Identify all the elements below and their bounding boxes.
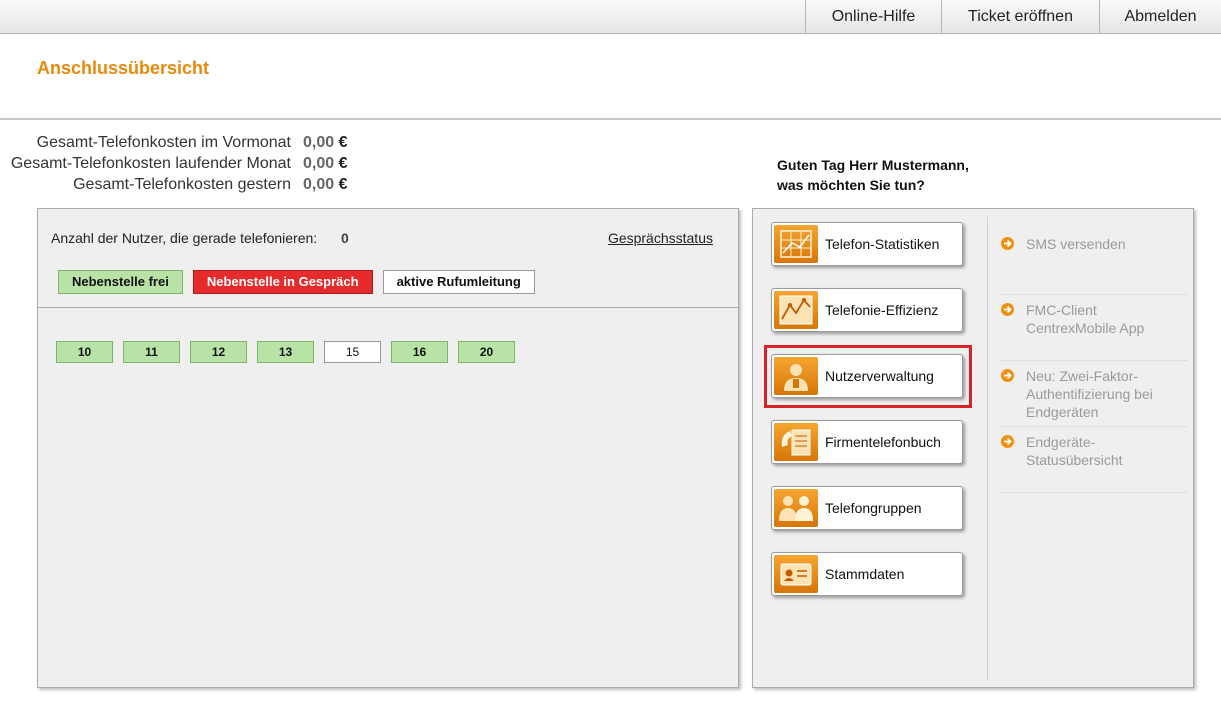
link-text: Neu: Zwei-Faktor-Authentifizierung bei E…: [1026, 368, 1153, 420]
fmc-client-link[interactable]: FMC-Client CentrexMobile App: [1001, 301, 1187, 361]
currency-symbol: €: [338, 176, 348, 193]
extension-11[interactable]: 11: [123, 341, 180, 363]
greeting-line-2: was möchten Sie tun?: [777, 177, 925, 193]
greeting-line-1: Guten Tag Herr Mustermann,: [777, 157, 969, 173]
phonebook-icon: [774, 423, 818, 461]
statistics-grid-icon: [774, 225, 818, 263]
active-users-count: 0: [341, 230, 349, 246]
extension-13[interactable]: 13: [257, 341, 314, 363]
device-status-link[interactable]: Endgeräte-Statusübersicht: [1001, 433, 1187, 493]
online-help-link[interactable]: Online-Hilfe: [805, 0, 941, 34]
action-label: Stammdaten: [825, 566, 905, 582]
extension-16[interactable]: 16: [391, 341, 448, 363]
page-title: Anschlussübersicht: [37, 58, 210, 78]
panel-divider: [38, 307, 738, 308]
stammdaten-button[interactable]: Stammdaten: [771, 552, 963, 596]
action-label: Telefon-Statistiken: [825, 236, 940, 252]
open-ticket-link[interactable]: Ticket eröffnen: [941, 0, 1099, 34]
top-bar: Online-Hilfe Ticket eröffnen Abmelden: [0, 0, 1221, 34]
actions-divider: [987, 217, 988, 681]
active-users-label: Anzahl der Nutzer, die gerade telefonier…: [51, 230, 318, 246]
firmentelefonbuch-button[interactable]: Firmentelefonbuch: [771, 420, 963, 464]
action-label: Telefonie-Effizienz: [825, 302, 939, 318]
link-text: Endgeräte-Statusübersicht: [1026, 434, 1123, 468]
logout-link[interactable]: Abmelden: [1099, 0, 1221, 34]
header-divider: [0, 118, 1221, 120]
status-legend: Nebenstelle frei Nebenstelle in Gespräch…: [58, 270, 535, 294]
call-status-link[interactable]: Gesprächsstatus: [608, 230, 713, 246]
extension-20[interactable]: 20: [458, 341, 515, 363]
legend-call-forwarding: aktive Rufumleitung: [382, 270, 535, 294]
actions-panel: Telefon-Statistiken Telefonie-Effizienz …: [752, 208, 1194, 688]
extension-status-panel: Anzahl der Nutzer, die gerade telefonier…: [37, 208, 739, 688]
telefongruppen-button[interactable]: Telefongruppen: [771, 486, 963, 530]
phone-group-icon: [774, 489, 818, 527]
cost-row-yesterday: Gesamt-Telefonkosten gestern: [0, 176, 291, 194]
extension-10[interactable]: 10: [56, 341, 113, 363]
cost-value-previous-month: 0,00 €: [303, 134, 363, 152]
cost-label: Gesamt-Telefonkosten laufender Monat: [10, 155, 291, 172]
telefonie-effizienz-button[interactable]: Telefonie-Effizienz: [771, 288, 963, 332]
greeting: Guten Tag Herr Mustermann, was möchten S…: [777, 155, 969, 195]
arrow-circle-icon: [1001, 303, 1014, 316]
action-label: Telefongruppen: [825, 500, 922, 516]
cost-label: Gesamt-Telefonkosten gestern: [73, 176, 291, 193]
link-text: SMS versenden: [1026, 236, 1126, 252]
cost-amount: 0,00: [303, 155, 335, 172]
arrow-circle-icon: [1001, 369, 1014, 382]
extension-list: 10 11 12 13 15 16 20: [56, 341, 515, 363]
sms-send-link[interactable]: SMS versenden: [1001, 235, 1187, 295]
extension-15[interactable]: 15: [324, 341, 381, 363]
legend-extension-free: Nebenstelle frei: [58, 270, 183, 294]
cost-row-previous-month: Gesamt-Telefonkosten im Vormonat: [0, 134, 291, 152]
legend-extension-busy: Nebenstelle in Gespräch: [192, 270, 373, 294]
top-navigation: Online-Hilfe Ticket eröffnen Abmelden: [805, 0, 1221, 34]
id-card-icon: [774, 555, 818, 593]
arrow-circle-icon: [1001, 435, 1014, 448]
currency-symbol: €: [338, 134, 348, 151]
cost-amount: 0,00: [303, 134, 335, 151]
extension-12[interactable]: 12: [190, 341, 247, 363]
two-factor-auth-link[interactable]: Neu: Zwei-Faktor-Authentifizierung bei E…: [1001, 367, 1187, 427]
cost-value-yesterday: 0,00 €: [303, 176, 363, 194]
efficiency-chart-icon: [774, 291, 818, 329]
cost-row-current-month: Gesamt-Telefonkosten laufender Monat: [0, 155, 291, 173]
cost-value-current-month: 0,00 €: [303, 155, 363, 173]
link-text: FMC-Client CentrexMobile App: [1026, 302, 1145, 336]
highlight-frame: [764, 345, 972, 408]
action-label: Firmentelefonbuch: [825, 434, 941, 450]
cost-label: Gesamt-Telefonkosten im Vormonat: [36, 134, 291, 151]
currency-symbol: €: [338, 155, 348, 172]
arrow-circle-icon: [1001, 237, 1014, 250]
telefon-statistiken-button[interactable]: Telefon-Statistiken: [771, 222, 963, 266]
cost-amount: 0,00: [303, 176, 335, 193]
